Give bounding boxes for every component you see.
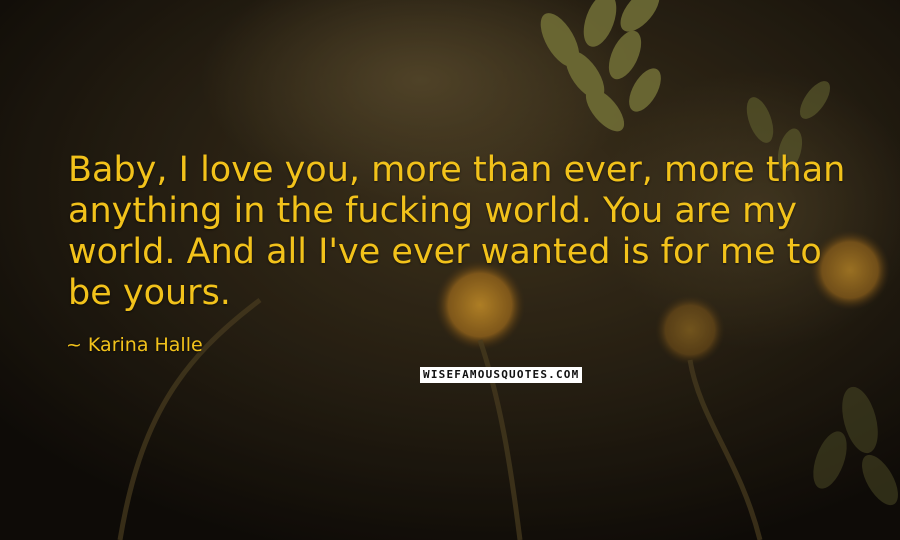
author-prefix: ~: [66, 334, 82, 356]
watermark-logo: WISEFAMOUSQUOTES.COM: [420, 367, 583, 383]
quote-text: Baby, I love you, more than ever, more t…: [68, 150, 846, 313]
quote-author: ~ Karina Halle: [66, 333, 203, 357]
author-name: Karina Halle: [87, 334, 203, 356]
